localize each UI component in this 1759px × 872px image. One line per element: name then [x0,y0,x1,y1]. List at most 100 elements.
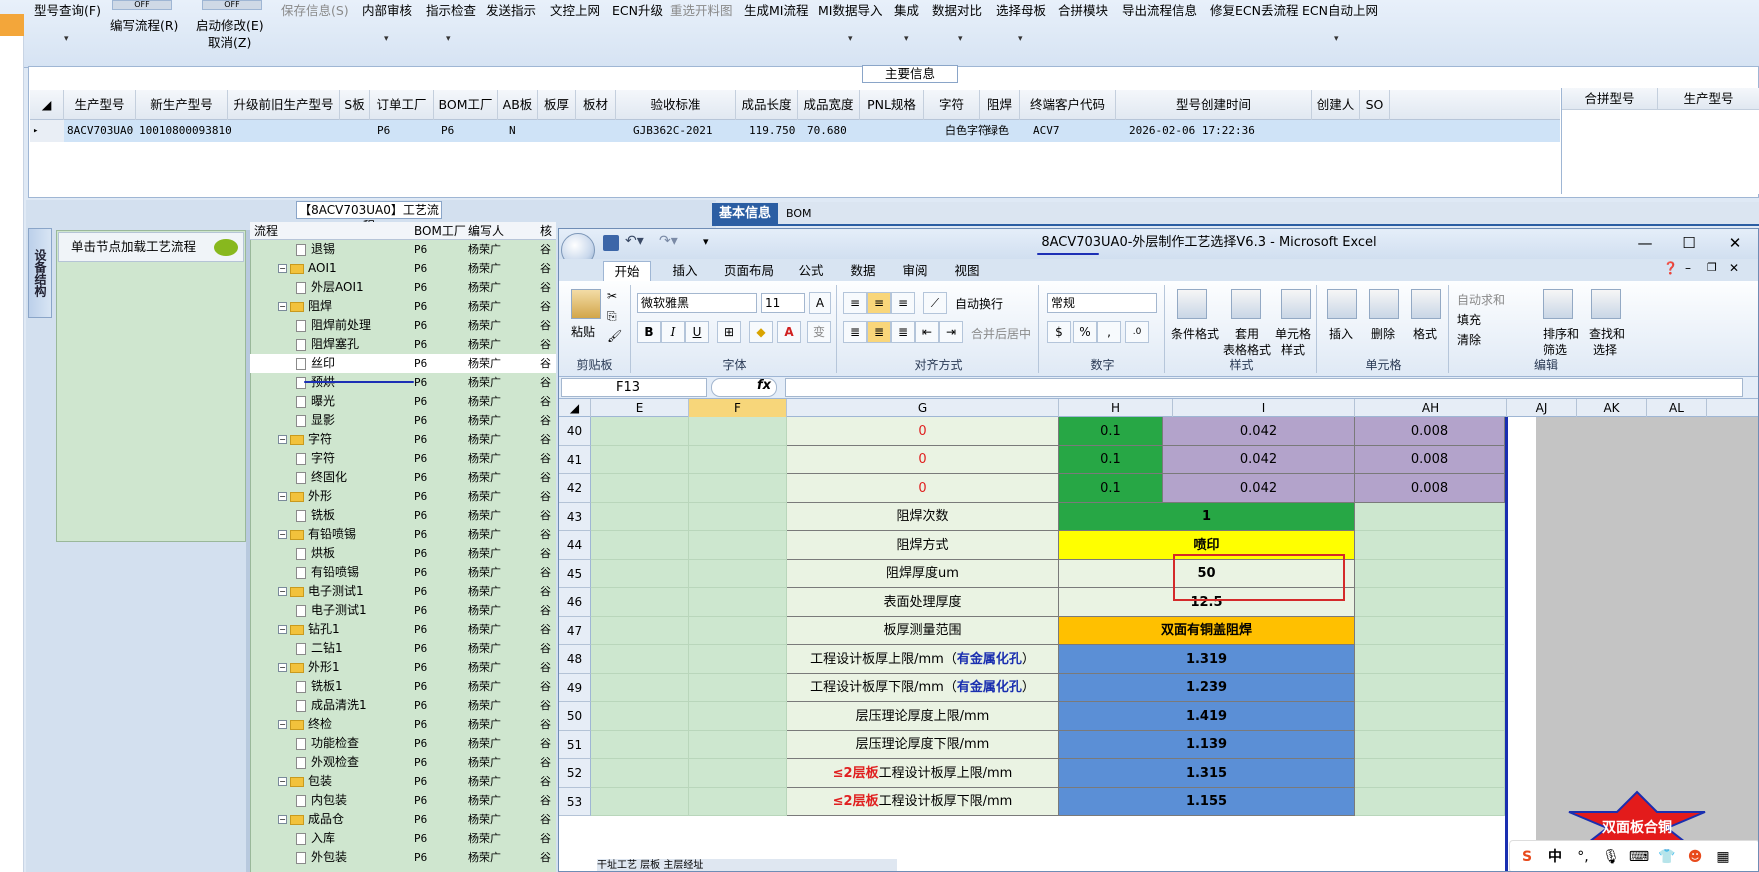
cell-standard[interactable]: GJB362C-2021 [630,120,712,142]
speech-bubble-icon[interactable] [214,239,238,256]
select-all-corner[interactable]: ◢ [30,90,64,120]
cell-f[interactable] [689,560,787,588]
corner-select-all[interactable]: ◢ [559,399,591,417]
model-query-dropdown-icon[interactable]: ▾ [64,34,69,44]
cell-styles-label-2[interactable]: 样式 [1281,341,1305,358]
cell-f[interactable] [689,702,787,731]
align-left-icon[interactable]: ≣ [843,321,867,343]
tree-row-包装[interactable]: − 包装 P6 杨荣广 谷 [250,772,556,791]
row-header-51[interactable]: 51 [559,731,591,759]
cell-e[interactable] [591,588,689,617]
ecn-auto-online-button[interactable]: ECN自动上网 [1302,0,1378,19]
col-header-solder-mask[interactable]: 阻焊 [980,90,1020,120]
cell-h-merged[interactable]: 双面有铜盖阻焊 [1059,617,1355,645]
cell-customer-code[interactable]: ACV7 [1030,120,1060,142]
font-color-icon[interactable]: A [777,321,801,343]
tree-row-有铅喷锡[interactable]: − 有铅喷锡 P6 杨荣广 谷 [250,525,556,544]
col-h[interactable]: H [1059,399,1173,417]
model-query-button[interactable]: 型号查询(F) [34,0,101,19]
cell-ah[interactable] [1355,702,1505,731]
cell-h[interactable]: 0.1 [1059,446,1163,474]
cell-f[interactable] [689,417,787,446]
align-bottom-icon[interactable]: ≡ [891,292,915,314]
cell-e[interactable] [591,645,689,674]
col-f[interactable]: F [689,399,787,417]
row-header-43[interactable]: 43 [559,503,591,531]
tab-view[interactable]: 视图 [947,261,987,281]
cell-e[interactable] [591,702,689,731]
tree-row-外形[interactable]: − 外形 P6 杨荣广 谷 [250,487,556,506]
cell-ah[interactable] [1355,560,1505,588]
cell-g[interactable]: 板厚测量范围 [787,617,1059,645]
cell-g[interactable]: 0 [787,474,1059,503]
italic-button[interactable]: I [661,321,685,343]
row-header-42[interactable]: 42 [559,474,591,503]
align-middle-icon[interactable]: ≡ [867,292,891,314]
cell-h-merged[interactable]: 1.419 [1059,702,1355,731]
col-ak[interactable]: AK [1577,399,1647,417]
tab-insert[interactable]: 插入 [663,261,707,281]
sheet-tabs[interactable]: 干址工艺 层板 主层经址 [597,859,897,871]
cell-ah[interactable] [1355,674,1505,702]
cell-g[interactable]: 层压理论厚度下限/mm [787,731,1059,759]
cell-ab-board[interactable]: N [506,120,516,142]
cell-h-merged[interactable]: 1 [1059,503,1355,531]
instruction-check-button[interactable]: 指示检查 [426,0,476,19]
cell-h[interactable]: 0.1 [1059,474,1163,503]
cell-styles-label[interactable]: 单元格 [1275,325,1311,342]
tree-row-烘板[interactable]: 烘板 P6 杨荣广 谷 [250,544,556,563]
find-select-label-2[interactable]: 选择 [1593,341,1617,358]
grow-font-icon[interactable]: A [809,292,831,314]
collapse-icon[interactable]: − [278,264,287,273]
toolbox-icon[interactable]: ▦ [1712,846,1734,868]
cell-ah[interactable] [1355,731,1505,759]
cell-h-merged[interactable]: 1.155 [1059,788,1355,816]
cell-i[interactable]: 0.042 [1163,474,1355,503]
instruction-check-dropdown-icon[interactable]: ▾ [446,34,451,44]
paste-label[interactable]: 粘贴 [571,323,595,340]
conditional-format-icon[interactable] [1177,289,1207,319]
ribbon-close-icon[interactable]: ✕ [1729,261,1739,275]
col-header-new-model[interactable]: 新生产型号 [136,90,228,120]
format-cells-icon[interactable] [1411,289,1441,319]
qat-customize-icon[interactable]: ▾ [703,235,709,248]
row-header-53[interactable]: 53 [559,788,591,816]
cell-f[interactable] [689,617,787,645]
sort-filter-label-2[interactable]: 筛选 [1543,341,1567,358]
cell-e[interactable] [591,731,689,759]
tree-row-功能检查[interactable]: 功能检查 P6 杨荣广 谷 [250,734,556,753]
cell-f[interactable] [689,674,787,702]
col-header-old-model[interactable]: 升级前旧生产型号 [228,90,340,120]
toggle-switch-2[interactable]: OFF [202,0,262,10]
cell-g[interactable]: 阻焊厚度um [787,560,1059,588]
tree-row-有铅喷锡[interactable]: 有铅喷锡 P6 杨荣广 谷 [250,563,556,582]
cell-h-merged[interactable]: 1.239 [1059,674,1355,702]
table-format-label-2[interactable]: 表格格式 [1223,341,1271,358]
ribbon-min-icon[interactable]: – [1685,261,1691,275]
find-select-icon[interactable] [1591,289,1621,319]
col-header-customer-code[interactable]: 终端客户代码 [1020,90,1116,120]
cell-ah[interactable] [1355,788,1505,816]
export-flow-button[interactable]: 导出流程信息 [1122,0,1197,19]
col-header-merge-production-model[interactable]: 生产型号 [1658,88,1759,110]
increase-decimal-icon[interactable]: .0 [1125,321,1149,343]
cell-e[interactable] [591,560,689,588]
border-icon[interactable]: ⊞ [717,321,741,343]
ime-chinese-mode[interactable]: 中 [1544,846,1566,868]
paste-icon[interactable] [571,289,601,319]
tree-row-字符[interactable]: 字符 P6 杨荣广 谷 [250,449,556,468]
insert-cells-icon[interactable] [1327,289,1357,319]
cell-f[interactable] [689,588,787,617]
close-icon[interactable]: ✕ [1715,231,1755,255]
insert-function-icon[interactable]: fx [757,378,771,393]
tree-col-bom-factory[interactable]: BOM工厂 [414,222,466,240]
cell-ah[interactable] [1355,617,1505,645]
table-format-label[interactable]: 套用 [1235,325,1259,342]
tree-row-外形1[interactable]: − 外形1 P6 杨荣广 谷 [250,658,556,677]
format-cells-label[interactable]: 格式 [1413,325,1437,342]
cell-e[interactable] [591,474,689,503]
reselect-cutting-button[interactable]: 重选开料图 [670,0,733,19]
tree-col-check[interactable]: 核 [540,222,552,240]
toggle-switch-1[interactable]: OFF [112,0,172,10]
align-right-icon[interactable]: ≣ [891,321,915,343]
